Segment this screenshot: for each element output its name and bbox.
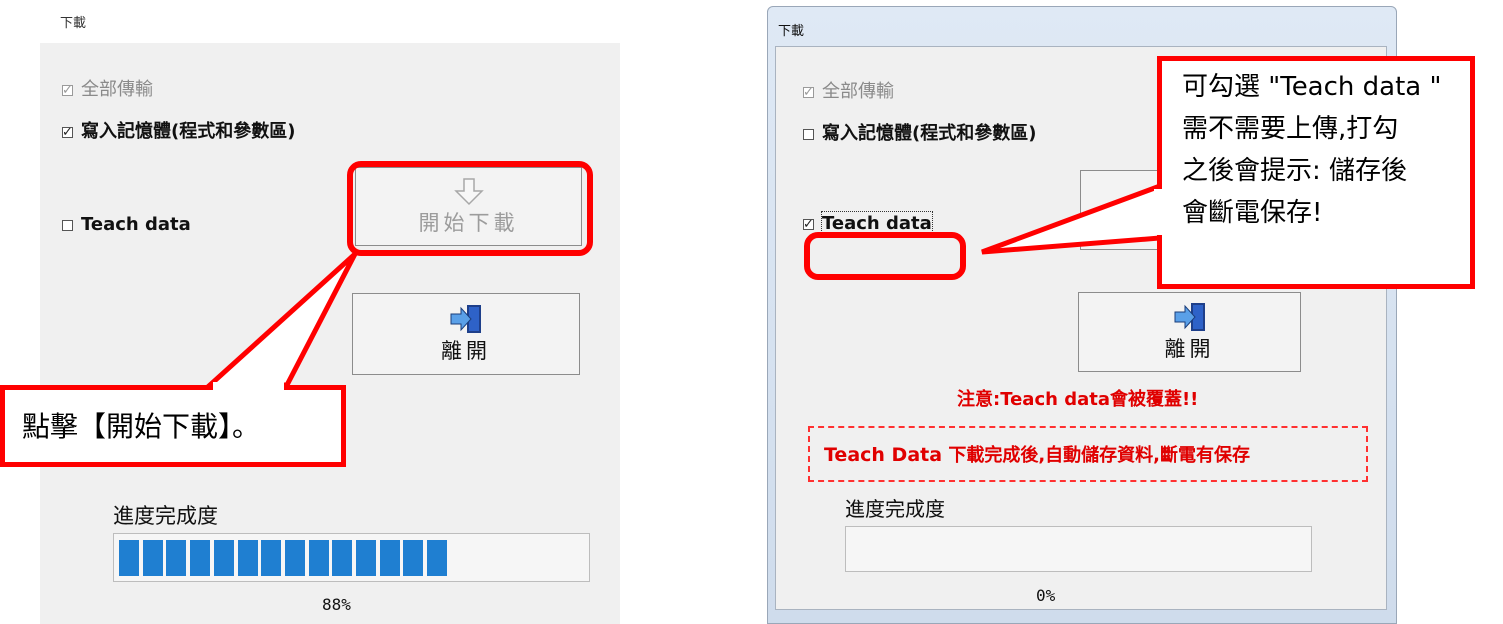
teach-data-warning: 注意:Teach data會被覆蓋!! [957,389,1199,410]
right-progress-percent: 0% [1036,586,1056,605]
exit-door-icon [1174,303,1205,331]
callout-line: 可勾選 "Teach data " [1182,72,1442,102]
right-callout-text: 可勾選 "Teach data " 需不需要上傳,打勾 之後會提示: 儲存後 會… [1182,66,1472,234]
callout-line: 會斷電保存! [1182,198,1323,228]
info-text: Teach Data 下載完成後,自動儲存資料,斷電有保存 [824,441,1250,467]
right-progress-label: 進度完成度 [845,497,945,521]
exit-label: 離開 [1164,337,1215,361]
right-exit-button[interactable]: 離開 [1078,292,1301,372]
callout-line: 需不需要上傳,打勾 [1182,114,1399,144]
right-callout-gap-cover [1154,189,1163,235]
info-dashed-box: Teach Data 下載完成後,自動儲存資料,斷電有保存 [808,426,1368,482]
callout-line: 之後會提示: 儲存後 [1182,156,1408,186]
info-text-rest: 下載完成後,自動儲存資料,斷電有保存 [942,445,1250,466]
info-text-bold: Teach Data [824,444,943,466]
right-progress-bar [845,526,1312,572]
